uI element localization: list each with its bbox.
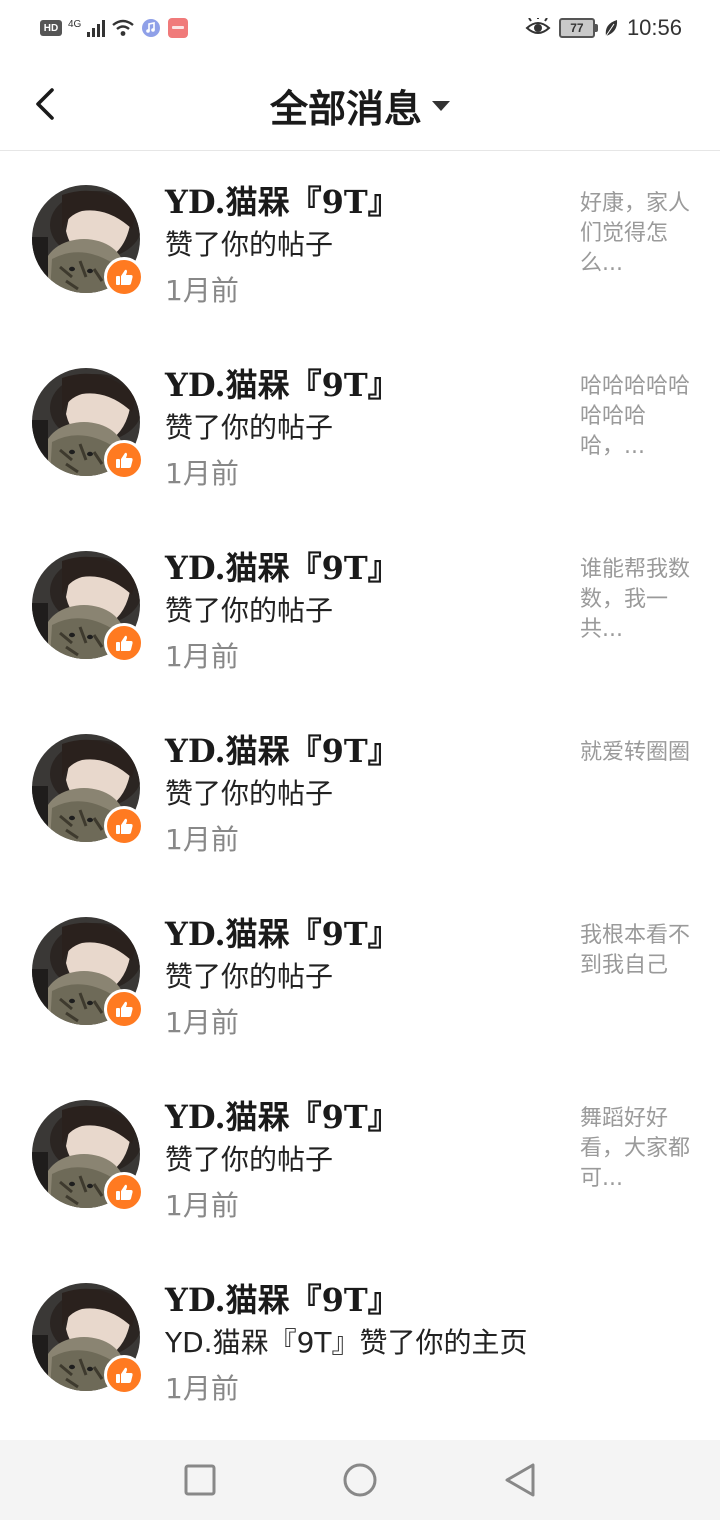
message-item[interactable]: YD.猫槑『9T』 赞了你的帖子 1月前 我根本看不到我自己 xyxy=(0,883,720,1066)
action-text: 赞了你的帖子 xyxy=(165,594,334,627)
action-text: 赞了你的帖子 xyxy=(165,1143,334,1176)
like-badge xyxy=(104,440,144,480)
like-badge xyxy=(104,806,144,846)
sender-name[interactable]: YD.猫槑『9T』 xyxy=(165,726,400,772)
sender-name[interactable]: YD.猫槑『9T』 xyxy=(165,360,400,406)
clock: 10:56 xyxy=(626,15,682,40)
timestamp: 1月前 xyxy=(165,457,239,490)
circle-home-icon xyxy=(343,1463,377,1497)
signal-icon xyxy=(87,19,106,37)
sender-name[interactable]: YD.猫槑『9T』 xyxy=(165,543,400,589)
action-text: YD.猫槑『9T』赞了你的主页 xyxy=(165,1326,528,1359)
thumbs-up-icon xyxy=(116,452,133,468)
post-preview[interactable]: 就爱转圈圈 xyxy=(580,738,690,768)
action-text: 赞了你的帖子 xyxy=(165,228,334,261)
timestamp: 1月前 xyxy=(165,1189,239,1222)
timestamp: 1月前 xyxy=(165,1372,239,1405)
message-item[interactable]: YD.猫槑『9T』 赞了你的帖子 1月前 就爱转圈圈 xyxy=(0,700,720,883)
post-preview[interactable]: 好康，家人们觉得怎么... xyxy=(580,189,690,279)
sender-name[interactable]: YD.猫槑『9T』 xyxy=(165,1275,400,1321)
thumbs-up-icon xyxy=(116,269,133,285)
message-item[interactable]: YD.猫槑『9T』 赞了你的帖子 1月前 谁能帮我数数，我一共... xyxy=(0,517,720,700)
action-text: 赞了你的帖子 xyxy=(165,411,334,444)
like-badge xyxy=(104,1355,144,1395)
thumbs-up-icon xyxy=(116,635,133,651)
like-badge xyxy=(104,257,144,297)
message-item[interactable]: YD.猫槑『9T』 赞了你的帖子 1月前 好康，家人们觉得怎么... xyxy=(0,151,720,334)
caret-down-icon xyxy=(432,100,450,111)
thumbs-up-icon xyxy=(116,1184,133,1200)
timestamp: 1月前 xyxy=(165,274,239,307)
thumbs-up-icon xyxy=(116,1001,133,1017)
like-badge xyxy=(104,623,144,663)
message-item[interactable]: YD.猫槑『9T』 赞了你的帖子 1月前 哈哈哈哈哈哈哈哈哈，... xyxy=(0,334,720,517)
thumbs-up-icon xyxy=(116,818,133,834)
action-text: 赞了你的帖子 xyxy=(165,777,334,810)
post-preview[interactable]: 我根本看不到我自己 xyxy=(580,921,690,981)
post-preview[interactable]: 舞蹈好好看，大家都可... xyxy=(580,1104,690,1194)
post-preview[interactable]: 谁能帮我数数，我一共... xyxy=(580,555,690,645)
header: 全部消息 xyxy=(0,56,720,151)
message-list: YD.猫槑『9T』 赞了你的帖子 1月前 好康，家人们觉得怎么... YD.猫槑… xyxy=(0,151,720,1432)
system-nav-bar xyxy=(0,1440,720,1520)
status-bar: HD 4G 77 10:56 xyxy=(0,0,720,56)
timestamp: 1月前 xyxy=(165,1006,239,1039)
title-dropdown[interactable]: 全部消息 xyxy=(0,78,720,133)
leaf-icon xyxy=(605,20,618,37)
square-recents-icon xyxy=(184,1464,216,1496)
like-badge xyxy=(104,1172,144,1212)
page-title: 全部消息 xyxy=(269,89,422,131)
triangle-back-icon xyxy=(505,1463,535,1497)
sender-name[interactable]: YD.猫槑『9T』 xyxy=(165,177,400,223)
wifi-icon xyxy=(112,19,135,36)
back-nav-button[interactable] xyxy=(500,1460,540,1500)
message-item[interactable]: YD.猫槑『9T』 赞了你的帖子 1月前 舞蹈好好看，大家都可... xyxy=(0,1066,720,1249)
music-app-icon xyxy=(142,19,161,37)
sender-name[interactable]: YD.猫槑『9T』 xyxy=(165,1092,400,1138)
recents-button[interactable] xyxy=(180,1460,220,1500)
message-item[interactable]: YD.猫槑『9T』 YD.猫槑『9T』赞了你的主页 1月前 xyxy=(0,1249,720,1432)
thumbs-up-icon xyxy=(116,1367,133,1383)
timestamp: 1月前 xyxy=(165,640,239,673)
status-right: 77 10:56 xyxy=(525,14,682,42)
network-type: 4G xyxy=(68,18,82,30)
app-notification-icon xyxy=(168,18,189,38)
like-badge xyxy=(104,989,144,1029)
eye-comfort-icon xyxy=(525,18,551,34)
battery-icon: 77 xyxy=(558,18,598,38)
sender-name[interactable]: YD.猫槑『9T』 xyxy=(165,909,400,955)
home-button[interactable] xyxy=(340,1460,380,1500)
status-left: HD 4G xyxy=(40,16,189,40)
action-text: 赞了你的帖子 xyxy=(165,960,334,993)
timestamp: 1月前 xyxy=(165,823,239,856)
post-preview[interactable]: 哈哈哈哈哈哈哈哈哈，... xyxy=(580,372,690,462)
hd-icon: HD xyxy=(40,20,62,36)
